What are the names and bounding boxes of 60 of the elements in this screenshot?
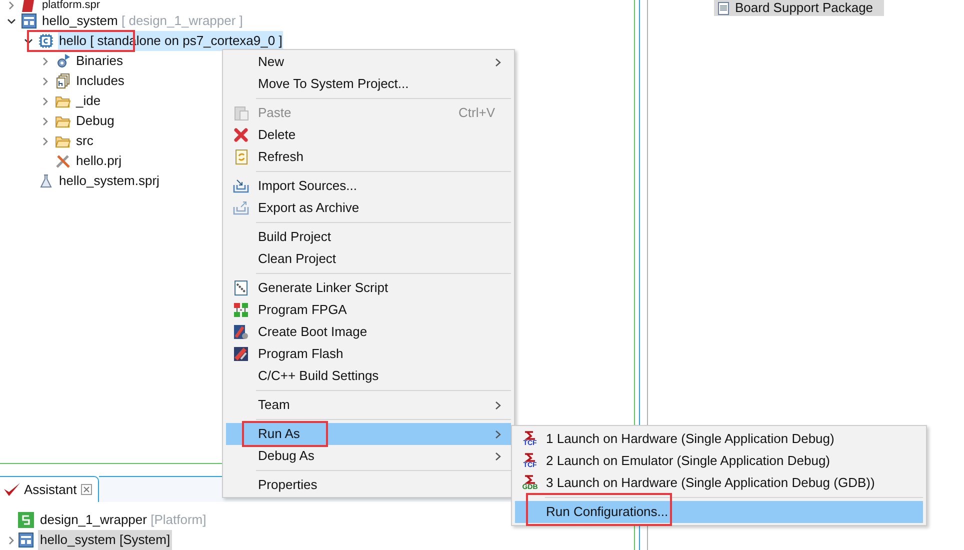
- menu-item[interactable]: Debug As: [226, 445, 511, 467]
- platform-icon: [18, 512, 34, 528]
- tree-item[interactable]: src: [75, 131, 94, 151]
- chevron-down-icon[interactable]: [6, 16, 16, 26]
- tree-item[interactable]: hello_system [ design_1_wrapper ]: [41, 11, 244, 31]
- header-files-icon: [55, 73, 71, 89]
- tree-item[interactable]: Includes: [75, 71, 126, 91]
- tree-item[interactable]: hello_system.sprj: [58, 171, 160, 191]
- chevron-right-icon[interactable]: [40, 56, 50, 66]
- close-icon: [234, 128, 248, 142]
- chevron-down-icon[interactable]: [24, 36, 32, 46]
- system-project-icon: [21, 13, 37, 29]
- document-link-icon: [234, 280, 248, 296]
- chevron-right-icon[interactable]: [40, 116, 50, 126]
- folder-icon: [55, 94, 71, 108]
- menu-item[interactable]: Delete: [226, 124, 511, 146]
- clipboard-icon: [234, 105, 248, 121]
- chevron-right-icon[interactable]: [6, 536, 16, 544]
- chevron-right-icon[interactable]: [6, 1, 16, 10]
- flask-icon: [39, 174, 53, 188]
- checkmark-logo-icon: [4, 482, 20, 496]
- chevron-right-icon[interactable]: [40, 76, 50, 86]
- file-icon: [22, 0, 36, 12]
- menu-item[interactable]: Program Flash: [226, 343, 511, 365]
- menu-item[interactable]: Build Project: [226, 226, 511, 248]
- folder-icon: [55, 114, 71, 128]
- menu-item[interactable]: Run Configurations...: [515, 501, 923, 523]
- menu-item[interactable]: Refresh: [226, 146, 511, 168]
- folder-icon: [55, 134, 71, 148]
- blocks-icon: [233, 302, 249, 318]
- assistant-tab[interactable]: Assistant: [0, 476, 99, 502]
- chevron-right-icon[interactable]: [40, 96, 50, 106]
- import-icon: [233, 179, 249, 193]
- chip-icon: [38, 33, 54, 49]
- menu-item[interactable]: Create Boot Image: [226, 321, 511, 343]
- flash-icon: [233, 346, 249, 362]
- menu-item[interactable]: Run As: [226, 423, 511, 445]
- menu-item[interactable]: Team: [226, 394, 511, 416]
- tree-item[interactable]: hello.prj: [75, 151, 123, 171]
- menu-item[interactable]: Properties: [226, 474, 511, 496]
- menu-item[interactable]: Export as Archive: [226, 197, 511, 219]
- menu-item[interactable]: C/C++ Build Settings: [226, 365, 511, 387]
- menu-item[interactable]: Program FPGA: [226, 299, 511, 321]
- menu-item[interactable]: Move To System Project...: [226, 73, 511, 95]
- assistant-item[interactable]: hello_system [System]: [38, 530, 172, 550]
- menu-item[interactable]: Clean Project: [226, 248, 511, 270]
- tree-item[interactable]: _ide: [75, 91, 102, 111]
- refresh-icon: [234, 149, 248, 165]
- export-icon: [233, 201, 249, 215]
- close-icon[interactable]: [80, 484, 92, 495]
- menu-item[interactable]: New: [226, 51, 511, 73]
- tools-icon: [55, 153, 71, 169]
- tree-item[interactable]: Debug: [75, 111, 116, 131]
- tree-item[interactable]: platform.spr: [41, 0, 102, 11]
- menu-item[interactable]: Import Sources...: [226, 175, 511, 197]
- image-gear-icon: [233, 324, 249, 340]
- tree-item[interactable]: Binaries: [75, 51, 124, 71]
- chevron-right-icon[interactable]: [40, 136, 50, 146]
- menu-item[interactable]: Generate Linker Script: [226, 277, 511, 299]
- assistant-item[interactable]: design_1_wrapper [Platform]: [38, 510, 208, 530]
